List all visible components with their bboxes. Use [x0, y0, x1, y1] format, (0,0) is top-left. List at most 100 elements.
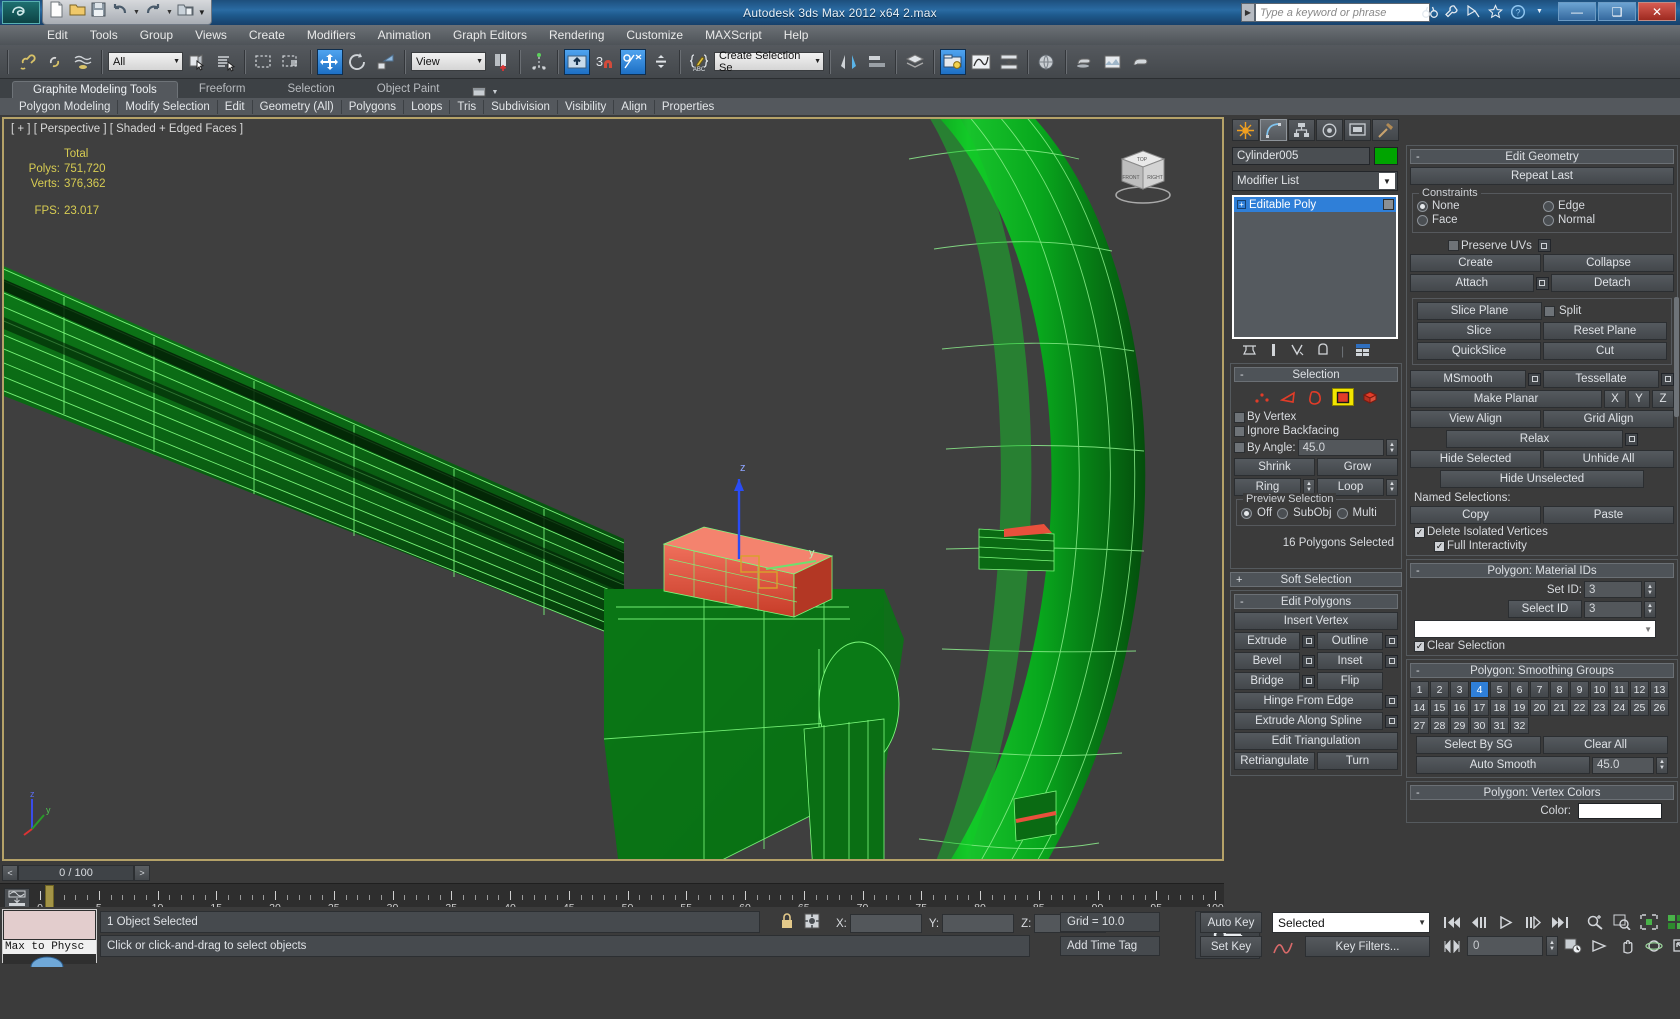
ribbon-subtab-align[interactable]: Align [614, 99, 655, 114]
outline-button[interactable]: Outline [1317, 632, 1383, 650]
menu-item-group[interactable]: Group [129, 26, 184, 44]
auto-key-button[interactable]: Auto Key [1200, 912, 1262, 933]
element-icon[interactable] [1359, 388, 1381, 406]
relax-button[interactable]: Relax [1446, 430, 1623, 448]
smoothing-group-18[interactable]: 18 [1490, 699, 1509, 716]
named-selection-sets-combo[interactable]: Create Selection Se ▼ [714, 50, 824, 74]
render-setup-icon[interactable] [1072, 49, 1098, 75]
select-and-scale-icon[interactable] [373, 49, 399, 75]
smoothing-group-23[interactable]: 23 [1590, 699, 1609, 716]
object-color-swatch[interactable] [1374, 147, 1398, 165]
set-key-button[interactable]: Set Key [1200, 936, 1262, 957]
constraint-edge-radio[interactable] [1543, 200, 1554, 212]
menu-item-edit[interactable]: Edit [36, 26, 79, 44]
make-planar-x-button[interactable]: X [1604, 390, 1626, 408]
absolute-relative-transform-icon[interactable] [803, 912, 821, 935]
clear-all-button[interactable]: Clear All [1543, 736, 1668, 754]
full-interactivity-checkbox[interactable]: ✓ [1434, 540, 1445, 552]
angle-snap-toggle-icon[interactable]: 3 [592, 49, 618, 75]
grid-align-button[interactable]: Grid Align [1543, 410, 1674, 428]
unlink-selection-icon[interactable] [42, 49, 68, 75]
preserve-uvs-checkbox[interactable]: ✓ [1448, 240, 1459, 251]
show-end-result-icon[interactable] [1268, 343, 1279, 360]
smoothing-group-14[interactable]: 14 [1410, 699, 1429, 716]
smoothing-group-31[interactable]: 31 [1490, 717, 1509, 734]
menu-item-customize[interactable]: Customize [615, 26, 694, 44]
ribbon-tab-object-paint[interactable]: Object Paint [356, 80, 461, 98]
detach-button[interactable]: Detach [1550, 274, 1674, 292]
ribbon-flyout-icon[interactable]: ▼ [472, 86, 498, 98]
smoothing-group-15[interactable]: 15 [1430, 699, 1449, 716]
slice-button[interactable]: Slice [1417, 322, 1541, 340]
ignore-backfacing-checkbox[interactable]: ✓ [1234, 425, 1245, 437]
shrink-button[interactable]: Shrink [1234, 458, 1315, 476]
clear-selection-checkbox[interactable]: ✓ [1414, 640, 1425, 652]
extrude-along-spline-button[interactable]: Extrude Along Spline [1234, 712, 1383, 730]
border-icon[interactable] [1305, 388, 1327, 406]
grow-button[interactable]: Grow [1317, 458, 1398, 476]
perspective-viewport[interactable]: z y [+] [Perspective] [Shaded + Edg… [2, 117, 1224, 861]
key-filters-button[interactable]: Key Filters... [1305, 936, 1430, 957]
select-id-spinner[interactable]: ▲ ▼ [1644, 600, 1656, 618]
smoothing-group-19[interactable]: 19 [1510, 699, 1529, 716]
viewcube[interactable]: TOP FRONT RIGHT [1104, 137, 1182, 207]
smoothing-group-grid[interactable]: 1 2 3 4 5 6 7 8 9 10 11 12 13 14 15 16 17 18 19 20 21 22 23 24 2… [1410, 681, 1674, 734]
create-button[interactable]: Create [1410, 254, 1541, 272]
constraint-face-radio[interactable] [1417, 214, 1428, 226]
lock-selection-icon[interactable] [780, 912, 794, 935]
field-of-view-icon[interactable] [1588, 936, 1612, 956]
spinner-snap-toggle-icon[interactable] [648, 49, 674, 75]
select-and-rotate-icon[interactable] [345, 49, 371, 75]
schematic-view-icon[interactable] [996, 49, 1022, 75]
next-frame-button[interactable]: > [134, 865, 150, 881]
smoothing-group-30[interactable]: 30 [1470, 717, 1489, 734]
quickslice-button[interactable]: QuickSlice [1417, 342, 1541, 360]
vertex-color-swatch[interactable] [1578, 803, 1662, 819]
render-production-icon[interactable] [1128, 49, 1154, 75]
hide-unselected-button[interactable]: Hide Unselected [1440, 470, 1644, 488]
smoothing-group-3[interactable]: 3 [1450, 681, 1469, 698]
ribbon-subtab-polygons[interactable]: Polygons [342, 99, 405, 114]
insert-vertex-button[interactable]: Insert Vertex [1234, 612, 1398, 630]
select-and-move-icon[interactable] [317, 48, 343, 75]
ribbon-tab-graphite-modeling-tools[interactable]: Graphite Modeling Tools [12, 81, 178, 98]
smoothing-group-4[interactable]: 4 [1470, 681, 1489, 698]
flip-button[interactable]: Flip [1317, 672, 1383, 690]
edit-polygons-rollout-header[interactable]: - Edit Polygons [1234, 594, 1398, 609]
material-ids-rollout-header[interactable]: - Polygon: Material IDs [1410, 563, 1674, 578]
vertex-icon[interactable] [1251, 388, 1273, 406]
play-icon[interactable] [1494, 912, 1518, 932]
ribbon-subtab-visibility[interactable]: Visibility [558, 99, 615, 114]
smoothing-group-1[interactable]: 1 [1410, 681, 1429, 698]
msmooth-settings-button[interactable] [1528, 372, 1541, 386]
reset-plane-button[interactable]: Reset Plane [1543, 322, 1667, 340]
selection-filter-combo[interactable]: All ▼ [108, 52, 183, 71]
select-object-icon[interactable] [185, 49, 211, 75]
bridge-button[interactable]: Bridge [1234, 672, 1300, 690]
attach-settings-button[interactable] [1535, 276, 1549, 290]
by-vertex-row[interactable]: ✓ By Vertex [1234, 411, 1398, 423]
smoothing-group-8[interactable]: 8 [1550, 681, 1569, 698]
set-id-field[interactable]: 3 [1584, 581, 1642, 598]
edge-icon[interactable] [1278, 388, 1300, 406]
smoothing-group-26[interactable]: 26 [1650, 699, 1669, 716]
frame-spinner[interactable]: ▲ ▼ [1546, 936, 1558, 956]
create-tab-icon[interactable] [1232, 119, 1259, 141]
edit-geometry-rollout-header[interactable]: - Edit Geometry [1410, 149, 1674, 164]
turn-button[interactable]: Turn [1317, 752, 1398, 770]
edit-triangulation-button[interactable]: Edit Triangulation [1234, 732, 1398, 750]
constraint-normal-radio[interactable] [1543, 214, 1554, 226]
minimize-button[interactable]: — [1558, 2, 1596, 21]
bridge-settings-button[interactable] [1302, 674, 1315, 688]
set-id-spinner[interactable]: ▲ ▼ [1644, 581, 1656, 598]
previous-frame-icon[interactable] [1467, 912, 1491, 932]
menu-item-help[interactable]: Help [773, 26, 820, 44]
split-checkbox[interactable]: ✓ [1544, 305, 1555, 317]
mirror-icon[interactable] [836, 49, 862, 75]
search-input[interactable]: Type a keyword or phrase [1255, 3, 1430, 22]
extrude-button[interactable]: Extrude [1234, 632, 1300, 650]
help-dropdown-icon[interactable]: ▼ [1531, 3, 1548, 20]
ribbon-tab-selection[interactable]: Selection [266, 80, 355, 98]
ignore-backfacing-row[interactable]: ✓ Ignore Backfacing [1234, 425, 1398, 437]
maximize-button[interactable]: ❑ [1598, 2, 1636, 21]
